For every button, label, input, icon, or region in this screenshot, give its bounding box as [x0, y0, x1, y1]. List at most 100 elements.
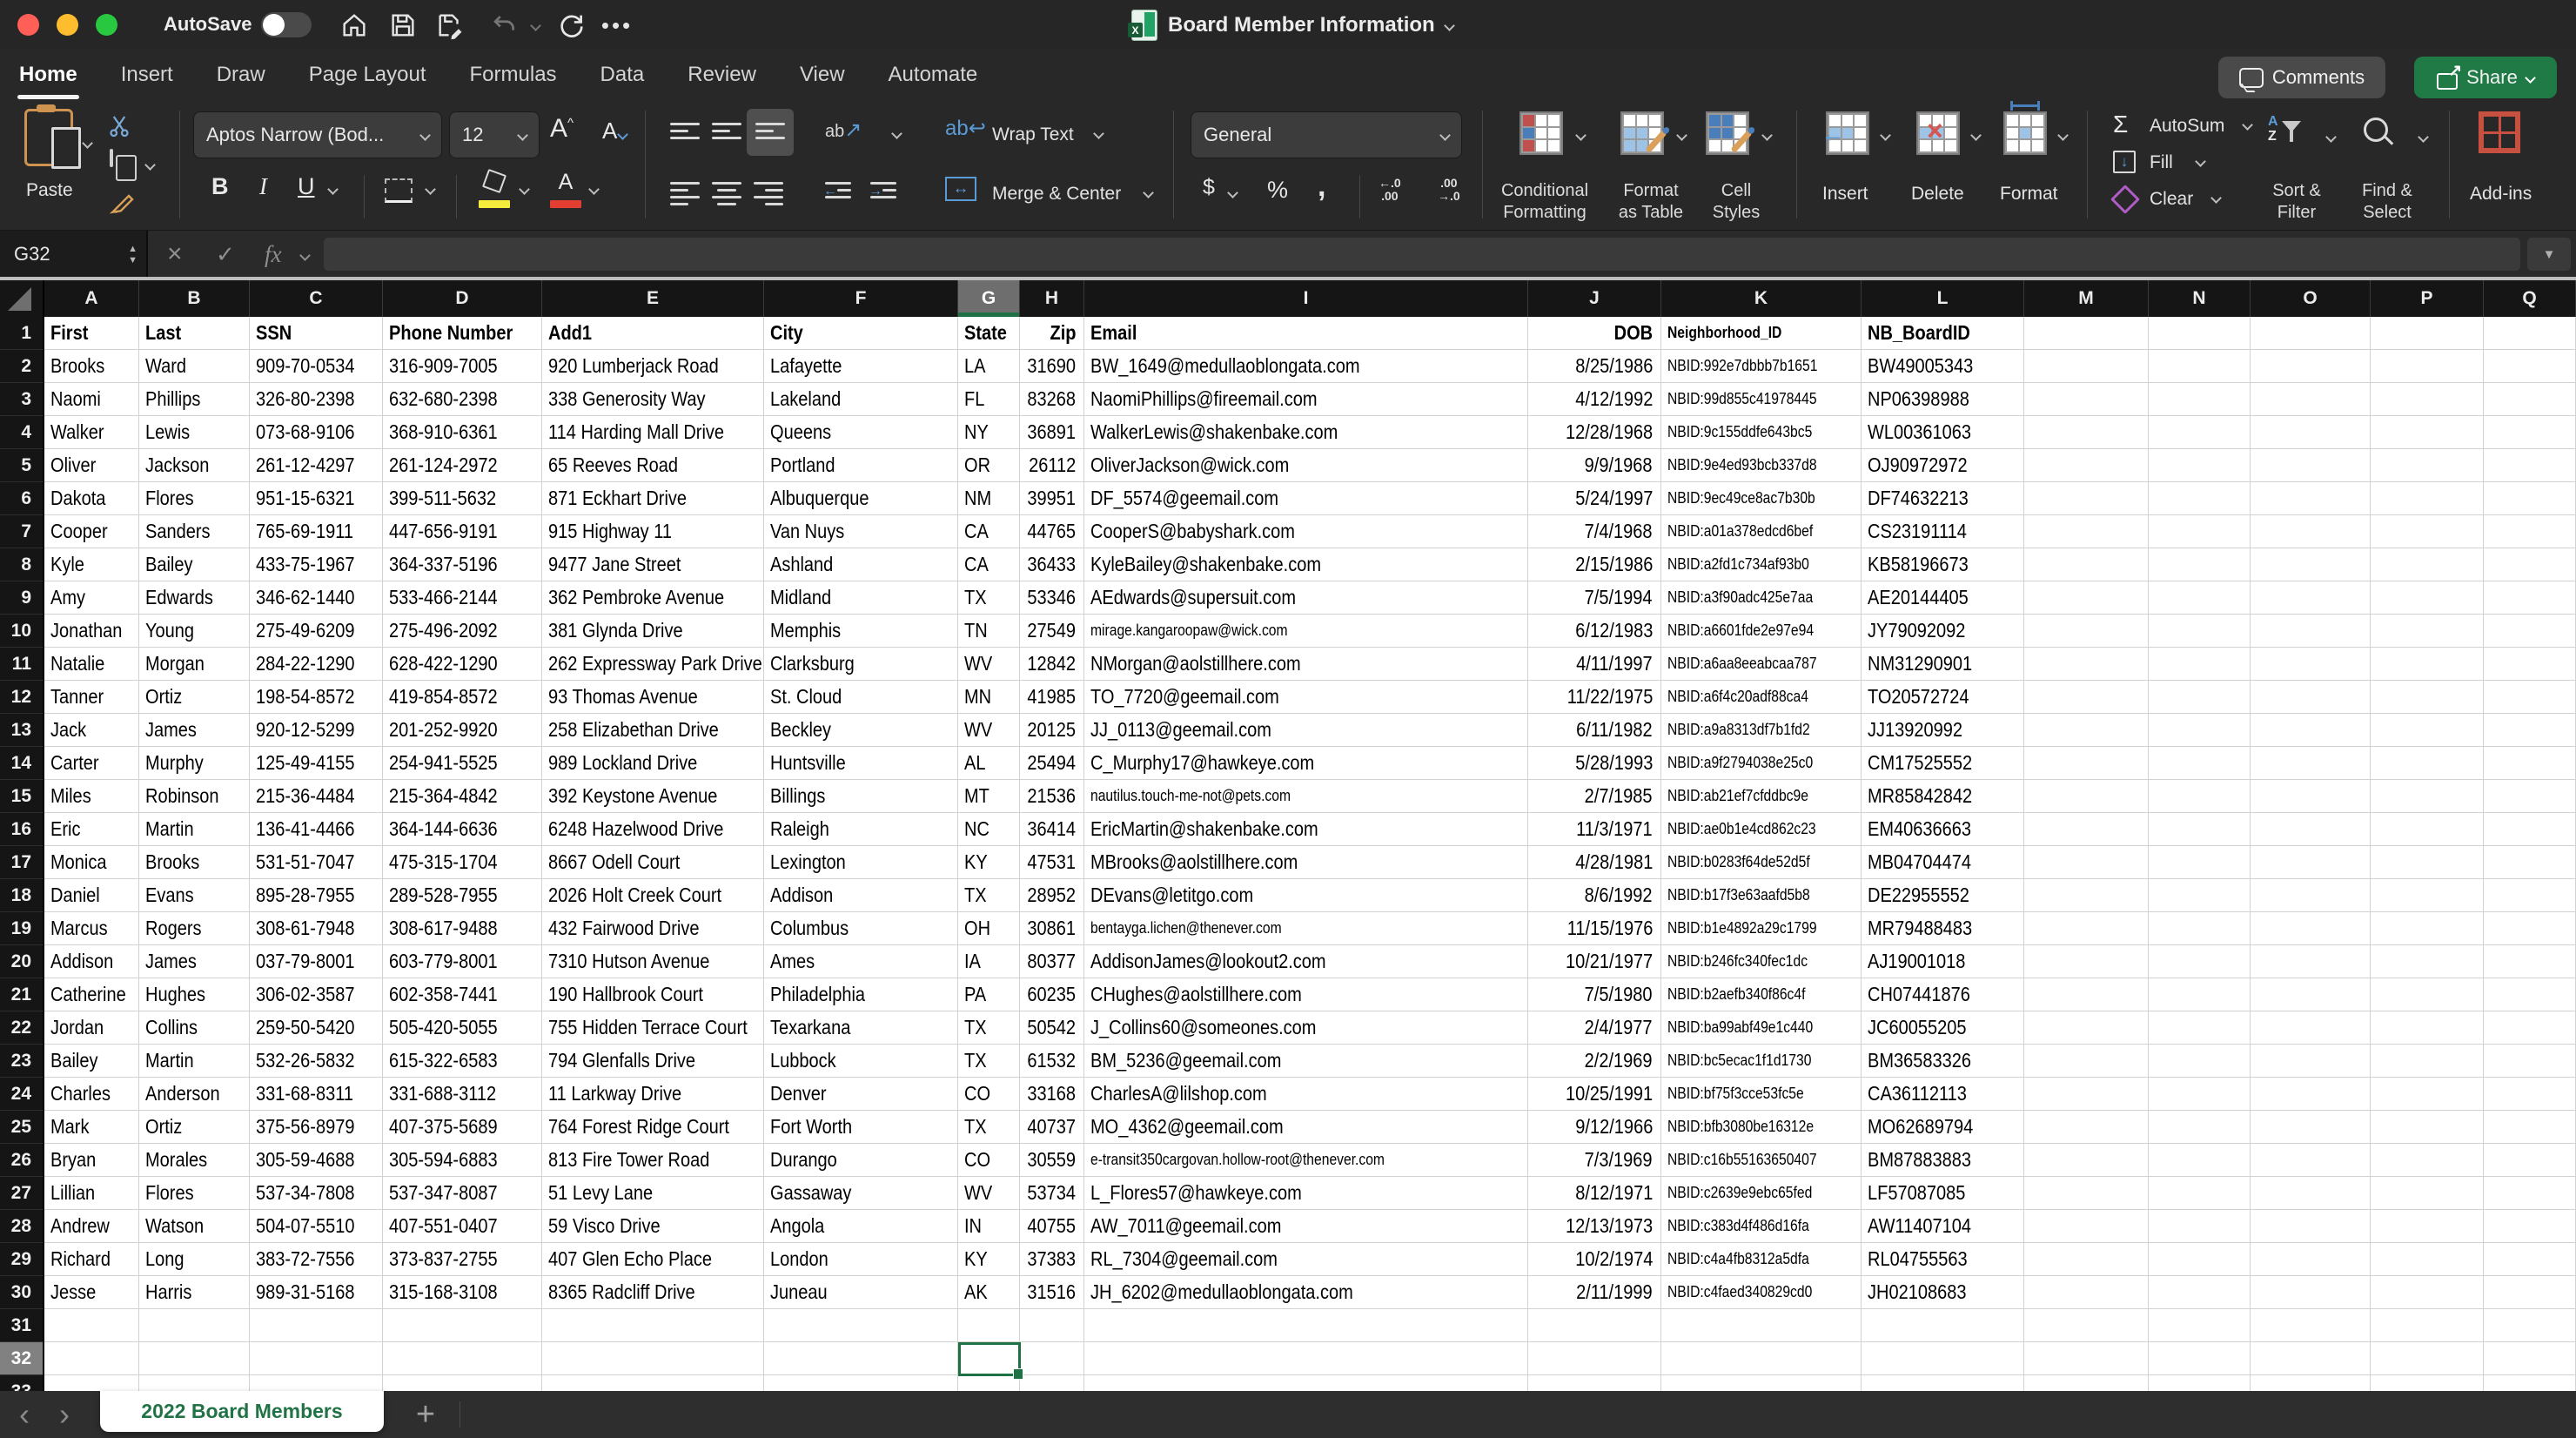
merge-center-label[interactable]: Merge & Center: [992, 184, 1121, 205]
cell-N14[interactable]: [2149, 747, 2251, 780]
cell-H30[interactable]: 31516: [1020, 1276, 1084, 1309]
cell-I16[interactable]: EricMartin@shakenbake.com: [1084, 813, 1528, 846]
cell-H33[interactable]: [1020, 1375, 1084, 1391]
cell-N26[interactable]: [2149, 1144, 2251, 1177]
row-header-27[interactable]: 27: [0, 1177, 44, 1210]
cell-P22[interactable]: [2371, 1011, 2484, 1045]
cell-O26[interactable]: [2251, 1144, 2371, 1177]
cell-styles-chevron-icon[interactable]: [1761, 130, 1773, 141]
cell-N23[interactable]: [2149, 1045, 2251, 1078]
cell-B7[interactable]: Sanders: [139, 515, 250, 548]
cell-J12[interactable]: 11/22/1975: [1528, 681, 1661, 714]
cell-N28[interactable]: [2149, 1210, 2251, 1243]
cell-Q8[interactable]: [2484, 548, 2576, 581]
cell-L7[interactable]: CS23191114: [1862, 515, 2024, 548]
cell-K7[interactable]: NBID:a01a378edcd6bef: [1661, 515, 1862, 548]
cell-D11[interactable]: 628-422-1290: [383, 648, 542, 681]
cell-K13[interactable]: NBID:a9a8313df7b1fd2: [1661, 714, 1862, 747]
cell-O19[interactable]: [2251, 912, 2371, 945]
cell-G26[interactable]: CO: [958, 1144, 1020, 1177]
cell-F15[interactable]: Billings: [764, 780, 958, 813]
cell-O25[interactable]: [2251, 1111, 2371, 1144]
cell-D31[interactable]: [383, 1309, 542, 1342]
cell-P15[interactable]: [2371, 780, 2484, 813]
autosum-label[interactable]: AutoSum: [2150, 116, 2224, 137]
cell-D29[interactable]: 373-837-2755: [383, 1243, 542, 1276]
cell-H25[interactable]: 40737: [1020, 1111, 1084, 1144]
cell-O14[interactable]: [2251, 747, 2371, 780]
increase-font-size-button[interactable]: A^: [550, 114, 574, 144]
cell-B27[interactable]: Flores: [139, 1177, 250, 1210]
cell-H17[interactable]: 47531: [1020, 846, 1084, 879]
cell-J9[interactable]: 7/5/1994: [1528, 581, 1661, 615]
italic-button[interactable]: I: [259, 173, 267, 200]
align-middle-button[interactable]: [712, 123, 741, 139]
cell-G20[interactable]: IA: [958, 945, 1020, 978]
cell-E33[interactable]: [542, 1375, 764, 1391]
cell-N3[interactable]: [2149, 383, 2251, 416]
row-header-29[interactable]: 29: [0, 1243, 44, 1276]
cell-N1[interactable]: [2149, 317, 2251, 350]
cell-E15[interactable]: 392 Keystone Avenue: [542, 780, 764, 813]
cell-A28[interactable]: Andrew: [44, 1210, 139, 1243]
cell-E24[interactable]: 11 Larkway Drive: [542, 1078, 764, 1111]
previous-sheet-arrow-icon[interactable]: ‹: [19, 1393, 30, 1436]
row-header-2[interactable]: 2: [0, 350, 44, 383]
cell-H15[interactable]: 21536: [1020, 780, 1084, 813]
cell-N19[interactable]: [2149, 912, 2251, 945]
cell-J28[interactable]: 12/13/1973: [1528, 1210, 1661, 1243]
cell-I10[interactable]: mirage.kangaroopaw@wick.com: [1084, 615, 1528, 648]
cell-E1[interactable]: Add1: [542, 317, 764, 350]
cell-J8[interactable]: 2/15/1986: [1528, 548, 1661, 581]
row-header-4[interactable]: 4: [0, 416, 44, 449]
column-header-J[interactable]: J: [1528, 280, 1661, 317]
cell-I33[interactable]: [1084, 1375, 1528, 1391]
cell-B28[interactable]: Watson: [139, 1210, 250, 1243]
cell-C6[interactable]: 951-15-6321: [250, 482, 383, 515]
cell-C7[interactable]: 765-69-1911: [250, 515, 383, 548]
undo-dropdown-chevron-icon[interactable]: [519, 9, 552, 42]
cell-D26[interactable]: 305-594-6883: [383, 1144, 542, 1177]
cell-G27[interactable]: WV: [958, 1177, 1020, 1210]
cell-L17[interactable]: MB04704474: [1862, 846, 2024, 879]
cell-B19[interactable]: Rogers: [139, 912, 250, 945]
cell-C15[interactable]: 215-36-4484: [250, 780, 383, 813]
column-header-D[interactable]: D: [383, 280, 542, 317]
row-header-17[interactable]: 17: [0, 846, 44, 879]
add-ins-icon[interactable]: [2479, 111, 2520, 153]
cell-P19[interactable]: [2371, 912, 2484, 945]
cell-B8[interactable]: Bailey: [139, 548, 250, 581]
fill-chevron-icon[interactable]: [2195, 156, 2206, 167]
tab-data[interactable]: Data: [599, 57, 647, 92]
cell-G23[interactable]: TX: [958, 1045, 1020, 1078]
cell-L28[interactable]: AW11407104: [1862, 1210, 2024, 1243]
cell-L19[interactable]: MR79488483: [1862, 912, 2024, 945]
cell-B18[interactable]: Evans: [139, 879, 250, 912]
cell-N15[interactable]: [2149, 780, 2251, 813]
cell-A29[interactable]: Richard: [44, 1243, 139, 1276]
cell-C18[interactable]: 895-28-7955: [250, 879, 383, 912]
share-button[interactable]: Share: [2414, 57, 2557, 98]
cell-I5[interactable]: OliverJackson@wick.com: [1084, 449, 1528, 482]
cell-Q15[interactable]: [2484, 780, 2576, 813]
cell-O32[interactable]: [2251, 1342, 2371, 1375]
sort-filter-label[interactable]: Sort & Filter: [2259, 180, 2334, 224]
decrease-decimal-button[interactable]: ←.0.00: [1379, 177, 1401, 203]
fx-icon[interactable]: fx: [265, 231, 282, 278]
cell-F12[interactable]: St. Cloud: [764, 681, 958, 714]
cell-F23[interactable]: Lubbock: [764, 1045, 958, 1078]
cell-A7[interactable]: Cooper: [44, 515, 139, 548]
cell-D14[interactable]: 254-941-5525: [383, 747, 542, 780]
cell-P8[interactable]: [2371, 548, 2484, 581]
fill-color-chevron-icon[interactable]: [519, 184, 530, 195]
cell-H5[interactable]: 26112: [1020, 449, 1084, 482]
cell-K5[interactable]: NBID:9e4ed93bcb337d8: [1661, 449, 1862, 482]
cell-F21[interactable]: Philadelphia: [764, 978, 958, 1011]
cell-L18[interactable]: DE22955552: [1862, 879, 2024, 912]
row-header-33[interactable]: 33: [0, 1375, 44, 1391]
cell-G1[interactable]: State: [958, 317, 1020, 350]
comma-button[interactable]: ,: [1318, 170, 1325, 204]
row-header-28[interactable]: 28: [0, 1210, 44, 1243]
cell-B30[interactable]: Harris: [139, 1276, 250, 1309]
cell-C9[interactable]: 346-62-1440: [250, 581, 383, 615]
